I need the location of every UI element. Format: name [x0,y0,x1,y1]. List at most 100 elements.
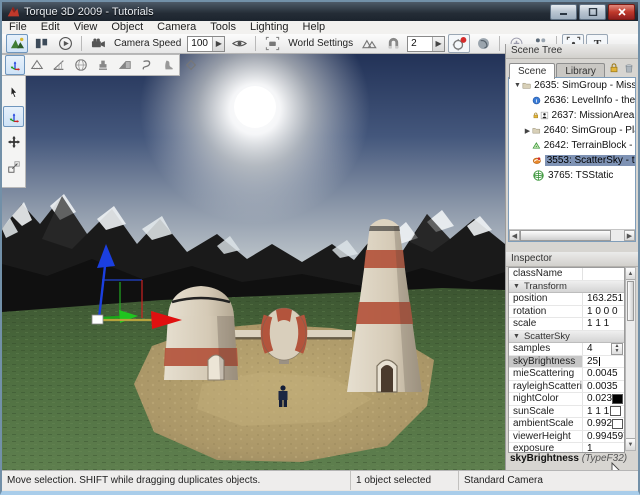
tree-item[interactable]: ▶ 2640: SimGroup - PlayerDropP [509,123,635,138]
scroll-down-arrow[interactable]: ▼ [626,438,635,450]
tree-item[interactable]: i2636: LevelInfo - theLevelInfo [509,93,635,108]
camera-speed-arrow-icon[interactable]: ▶ [212,36,225,51]
tree-horizontal-scrollbar[interactable]: ◀ ▶ [509,229,635,241]
camera-button[interactable] [87,34,109,53]
tree-item[interactable]: 3553: ScatterSky - theSky [509,153,635,168]
foliage-tool-button[interactable] [159,55,179,75]
menu-file[interactable]: File [2,21,34,34]
3d-viewport[interactable] [2,54,505,470]
property-name[interactable]: nightColor [509,393,583,405]
menu-help[interactable]: Help [296,21,333,34]
menu-edit[interactable]: Edit [34,21,67,34]
play-button[interactable] [54,34,76,53]
inspector-section-scattersky[interactable]: ▼ ScatterSky [509,330,624,343]
property-value[interactable]: 1 0 0 0 [583,306,624,318]
property-name[interactable]: scale [509,318,583,330]
property-value[interactable]: 1 [583,443,624,452]
scale-tool-button[interactable] [3,156,24,177]
property-value[interactable]: 163.251 533 [583,293,624,305]
snap-size-arrow-icon[interactable]: ▶ [432,36,445,51]
inspector-vertical-scrollbar[interactable]: ▲ ▼ [625,267,636,451]
scene-visibility-button[interactable] [6,34,28,53]
tree-item[interactable]: 3765: TSStatic [509,168,635,183]
property-name[interactable]: position [509,293,583,305]
move-tool-button[interactable] [3,106,24,127]
tree-item[interactable]: 2637: MissionArea - theMis [509,108,635,123]
property-name[interactable]: sunScale [509,405,583,417]
color-swatch[interactable] [610,406,621,417]
visibility-eye-button[interactable] [228,34,250,53]
property-value[interactable]: 0.023 [583,393,624,405]
inspector-section-transform[interactable]: ▼ Transform [509,280,624,293]
value-text: 4 [587,343,593,355]
time-of-day-button[interactable] [448,34,471,53]
minimize-button[interactable] [550,4,577,20]
lasso-tool-button[interactable] [137,55,157,75]
property-value[interactable]: 4 ▲ ▼ [583,343,624,355]
scroll-thumb[interactable] [520,230,611,241]
value-spinner[interactable]: ▲ ▼ [611,343,623,355]
menu-object[interactable]: Object [104,21,150,34]
property-name[interactable]: mieScattering [509,368,583,380]
collapse-icon[interactable]: ▼ [513,82,522,89]
property-name[interactable]: skyBrightness [509,355,583,367]
collapse-icon[interactable]: ▼ [513,283,520,290]
property-value[interactable]: 1 1 1 [583,406,624,418]
relight-scene-button[interactable] [472,34,494,53]
terrain-visibility-button[interactable] [358,34,380,53]
property-value[interactable]: 0.0045 [583,368,624,380]
scroll-up-arrow[interactable]: ▲ [626,268,635,280]
snap-size-spinner[interactable]: 2 ▶ [407,35,446,52]
color-swatch[interactable] [612,393,624,404]
tree-item[interactable]: 2642: TerrainBlock - theTerrain [509,138,635,153]
menu-camera[interactable]: Camera [150,21,203,34]
menu-view[interactable]: View [67,21,105,34]
property-value[interactable]: 25 [583,356,624,368]
collapse-icon[interactable]: ▼ [513,333,520,340]
property-name[interactable]: className [509,268,583,280]
expand-icon[interactable]: ▶ [523,127,532,135]
tree-item[interactable]: ▼ 2635: SimGroup - MissionGroup [509,78,635,93]
tab-scene[interactable]: Scene [509,63,556,79]
terrain-slope-button[interactable] [49,55,69,75]
property-value[interactable]: 0.994597 [583,431,624,443]
property-value[interactable]: 0.992 [583,418,624,430]
property-name[interactable]: samples [509,343,583,355]
layout-columns-button[interactable] [30,34,52,53]
snap-size-value[interactable]: 2 [408,38,432,49]
stamp-tool-button[interactable] [93,55,113,75]
scroll-right-arrow[interactable]: ▶ [624,230,635,241]
color-swatch[interactable] [612,418,624,429]
property-name[interactable]: rotation [509,305,583,317]
material-editor-button[interactable] [71,55,91,75]
scroll-thumb[interactable] [627,281,634,321]
decal-editor-button[interactable] [181,55,201,75]
menu-lighting[interactable]: Lighting [243,21,296,34]
boot-icon [165,60,173,70]
scroll-left-arrow[interactable]: ◀ [509,230,520,241]
maximize-button[interactable] [579,4,606,20]
terrain-editor-button[interactable] [27,55,47,75]
columns-icon [35,38,47,49]
select-tool-button[interactable] [3,81,24,102]
property-name[interactable]: exposure [509,443,583,452]
rotate-tool-button[interactable] [3,131,24,152]
snap-magnet-button[interactable] [382,34,404,53]
object-editor-button[interactable] [5,55,25,75]
menu-tools[interactable]: Tools [203,21,243,34]
camera-speed-value[interactable]: 100 [188,38,212,49]
property-name[interactable]: viewerHeight [509,430,583,442]
property-value[interactable]: 1 1 1 [583,318,624,330]
lock-icon[interactable] [608,62,620,77]
camera-bounds-button[interactable] [261,34,283,53]
property-value[interactable] [583,268,624,280]
property-name[interactable]: ambientScale [509,418,583,430]
close-button[interactable] [608,4,635,20]
property-value[interactable]: 0.0035 [583,381,624,393]
title-bar[interactable]: Torque 3D 2009 - Tutorials [2,2,638,21]
property-name[interactable]: rayleighScattering [509,380,583,392]
axes-icon [9,112,19,123]
camera-speed-spinner[interactable]: 100 ▶ [187,35,226,52]
ramp-tool-button[interactable] [115,55,135,75]
delete-icon[interactable] [623,62,635,77]
